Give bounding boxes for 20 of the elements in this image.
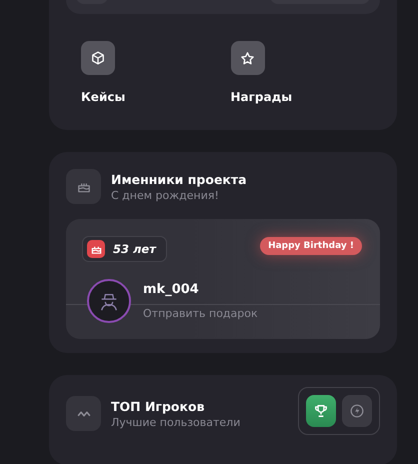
send-gift-link[interactable]: Отправить подарок — [143, 307, 258, 320]
cube-icon — [91, 51, 105, 65]
trophy-icon — [314, 404, 328, 418]
birthday-badge: Happy Birthday ! — [260, 237, 362, 255]
section-subtitle: Лучшие пользователи — [111, 416, 240, 428]
section-title: ТОП Игроков — [111, 398, 206, 414]
bolt-circle-icon — [350, 404, 364, 418]
tab-button[interactable] — [306, 395, 336, 427]
username: mk_004 — [143, 282, 199, 297]
avatar-icon — [87, 279, 131, 323]
zigzag-icon — [76, 408, 90, 418]
shortcut-label[interactable]: Награды — [230, 90, 380, 104]
star-icon — [240, 50, 255, 66]
shortcut-button[interactable] — [81, 41, 115, 75]
shortcut-label[interactable]: Кейсы — [81, 90, 230, 104]
age-text: 53 лет — [113, 242, 156, 256]
section-subtitle: С днем рождения! — [111, 188, 220, 202]
section-title: Именники проекта — [111, 172, 247, 186]
shortcut-button[interactable] — [230, 41, 264, 75]
cake-icon — [87, 240, 105, 258]
